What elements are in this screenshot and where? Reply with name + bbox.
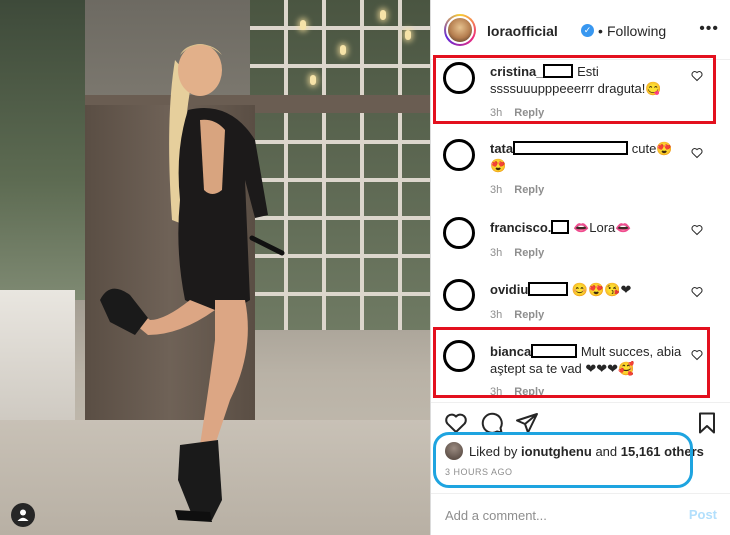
post-header: loraofficial ✓ • Following ••• [431,0,730,60]
reply-button[interactable]: Reply [514,247,544,259]
comment-item: francisco. 👄Lora👄 3h Reply [431,215,730,265]
add-comment-input[interactable] [445,506,665,524]
post-photo[interactable] [0,0,430,535]
tagged-users-button[interactable] [11,503,35,527]
following-button[interactable]: Following [607,23,666,39]
post-comment-button[interactable]: Post [689,507,717,522]
add-comment-section: Post [431,493,730,535]
header-separator: • [598,23,603,39]
comment-meta: 3h Reply [490,247,544,259]
post-author-username[interactable]: loraofficial [487,23,558,39]
comment-body: tata cute😍 😍 [490,140,685,174]
save-bookmark-icon[interactable] [695,411,719,435]
redaction-box [551,220,570,234]
comment-meta: 3h Reply [490,309,544,321]
comment-time: 3h [490,184,503,196]
post-side-panel: loraofficial ✓ • Following ••• cristina_… [430,0,730,535]
reply-button[interactable]: Reply [514,309,544,321]
redaction-box [513,141,629,155]
highlight-box-red [433,327,710,398]
comment-body: francisco. 👄Lora👄 [490,219,685,236]
comment-avatar[interactable] [443,217,475,249]
comment-avatar[interactable] [443,279,475,311]
redaction-box [528,282,569,296]
comment-time: 3h [490,309,503,321]
like-comment-heart-icon[interactable] [691,286,703,298]
user-icon [17,509,29,521]
comment-username[interactable]: tata [490,141,513,156]
comment-avatar[interactable] [443,139,475,171]
comment-username[interactable]: francisco. [490,220,551,235]
comment-time: 3h [490,247,503,259]
more-options-icon[interactable]: ••• [699,20,719,38]
comment-body: ovidiu 😊😍😘❤ [490,281,685,298]
woman-figure-illustration [100,44,285,522]
highlight-box-red [433,55,716,124]
reply-button[interactable]: Reply [514,184,544,196]
verified-badge-icon: ✓ [581,24,594,37]
comment-item: tata cute😍 😍 3h Reply [431,137,730,199]
comment-text: 👄Lora👄 [573,220,632,235]
comment-text: 😊😍😘❤ [571,282,632,297]
like-comment-heart-icon[interactable] [691,147,703,159]
comment-meta: 3h Reply [490,184,544,196]
comment-item: ovidiu 😊😍😘❤ 3h Reply [431,277,730,327]
profile-avatar[interactable] [444,14,476,46]
comment-username[interactable]: ovidiu [490,282,528,297]
highlight-box-blue [433,432,693,488]
like-comment-heart-icon[interactable] [691,224,703,236]
